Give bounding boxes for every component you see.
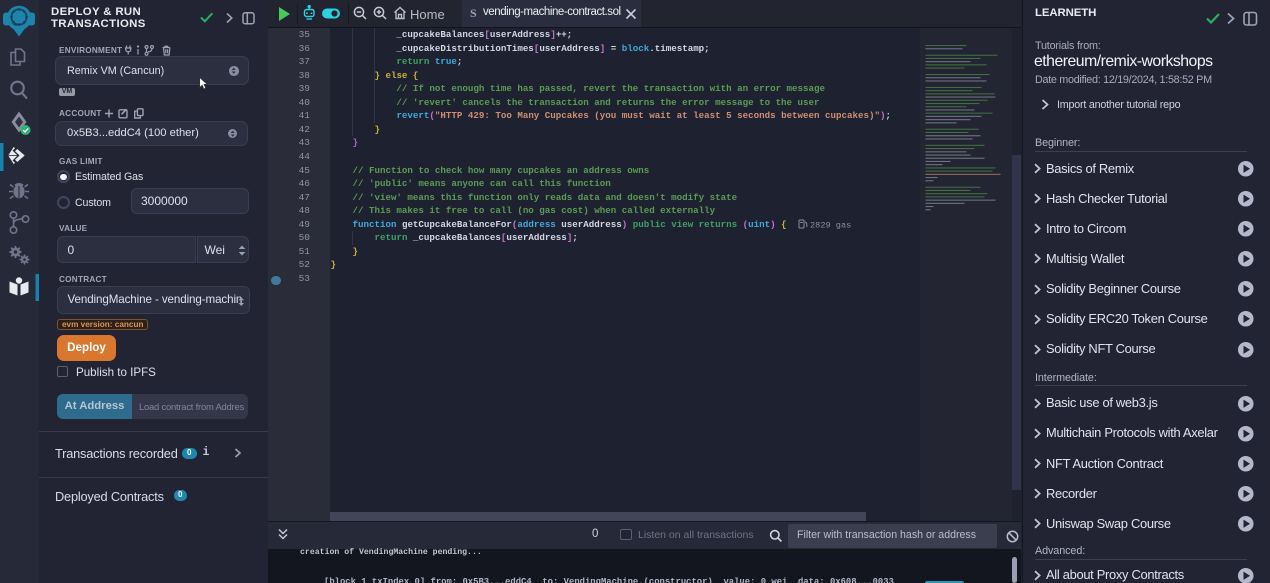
svg-text:2829 gas: 2829 gas — [810, 221, 851, 231]
